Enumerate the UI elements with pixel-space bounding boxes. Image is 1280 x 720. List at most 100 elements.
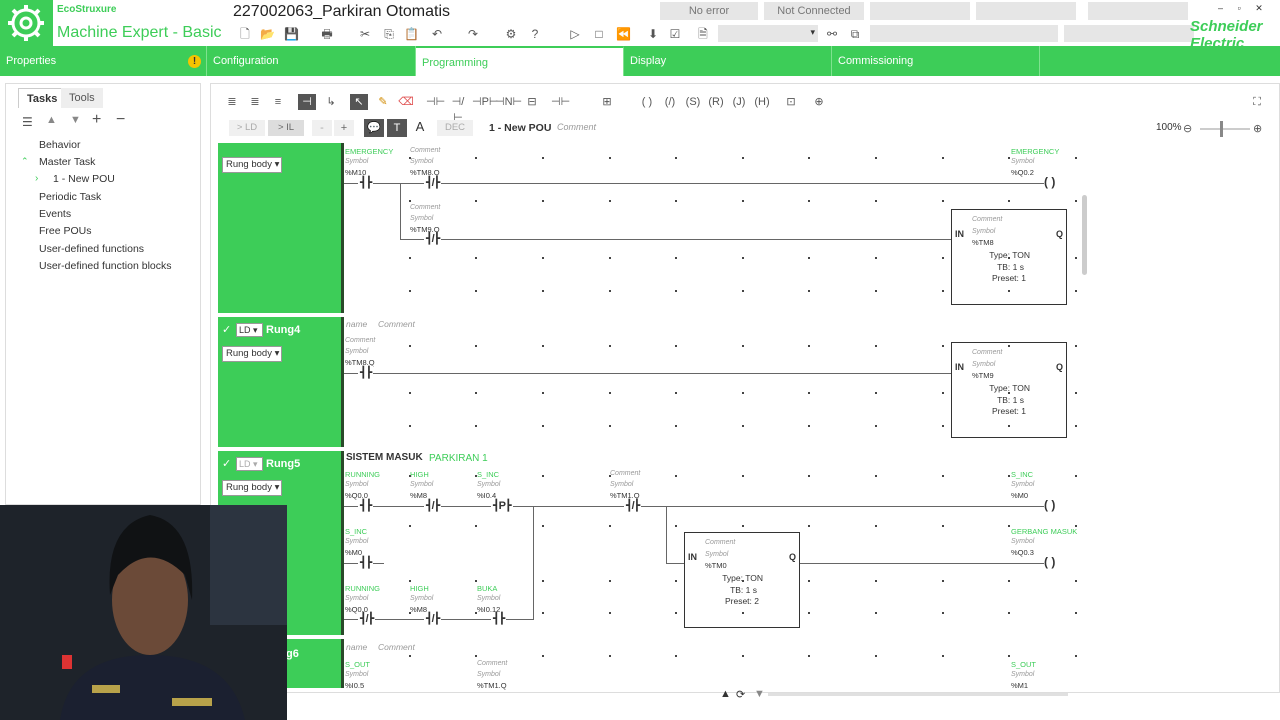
branch-tool-icon[interactable]: ↳ xyxy=(322,94,340,110)
rung5-mode-select[interactable]: LD ▾ xyxy=(236,457,263,471)
rung-list-icon[interactable]: ≡ xyxy=(269,94,287,110)
wire-tool-icon[interactable]: ⊣ xyxy=(298,94,316,110)
dec-button[interactable]: DEC xyxy=(437,120,473,136)
settings-icon[interactable]: ⚙ xyxy=(504,27,518,41)
falling-edge-icon[interactable]: ⊣N⊢ xyxy=(495,94,522,110)
rung5-coil-q03[interactable]: ( ) xyxy=(1044,555,1056,569)
scroll-up-icon[interactable]: ▲ xyxy=(720,688,731,700)
sync-icon[interactable]: ⟳ xyxy=(736,688,745,701)
rung4-check-icon[interactable]: ✓ xyxy=(222,323,232,336)
operate-block-icon[interactable]: ⊣⊢ xyxy=(551,94,570,110)
function-block-icon[interactable]: ⊞ xyxy=(598,94,616,110)
rung5-contact-m8-nc[interactable]: ┫/┣ xyxy=(424,612,442,625)
vertical-scrollbar[interactable] xyxy=(1082,195,1087,275)
operation-icon[interactable]: ⊡ xyxy=(782,94,800,110)
rung4-timer-tm9[interactable]: Comment Symbol %TM9 IN Q Type: TON TB: 1… xyxy=(951,342,1067,438)
rung5-body-select[interactable]: Rung body ▾ xyxy=(222,480,282,496)
rung6-name-placeholder[interactable]: name xyxy=(346,642,367,652)
tab-tasks[interactable]: Tasks xyxy=(18,88,67,108)
controller-combo[interactable]: ▾ xyxy=(718,25,818,42)
rung4-comment-placeholder[interactable]: Comment xyxy=(378,319,415,329)
insert-rung-icon[interactable]: ≣ xyxy=(223,94,241,110)
rung5-contact-m0[interactable]: ┫┣ xyxy=(358,556,374,569)
no-contact-icon[interactable]: ⊣⊢ xyxy=(426,94,445,110)
tab-configuration[interactable]: Configuration xyxy=(207,46,416,76)
negated-coil-icon[interactable]: (/) xyxy=(661,94,679,110)
remove-icon[interactable]: − xyxy=(116,111,125,129)
tab-tools[interactable]: Tools xyxy=(61,88,103,108)
rung5-contact-i04[interactable]: ┫P┣ xyxy=(491,499,513,512)
rung5-contact-q00[interactable]: ┫┣ xyxy=(358,499,374,512)
tab-commissioning[interactable]: Commissioning xyxy=(832,46,1040,76)
tree-item-user-functions[interactable]: User-defined functions xyxy=(39,243,144,255)
add-icon[interactable]: + xyxy=(92,111,101,129)
rewind-icon[interactable]: ⏪ xyxy=(616,27,631,41)
tree-item-behavior[interactable]: Behavior xyxy=(39,139,80,151)
rising-edge-icon[interactable]: ⊣P⊢ xyxy=(472,94,499,110)
comment-icon[interactable]: 💬 xyxy=(364,119,384,137)
reset-coil-icon[interactable]: (R) xyxy=(707,94,725,110)
copy-icon[interactable]: ⎘ xyxy=(382,27,396,41)
rung3-contact-tm9q[interactable]: ┫/┣ xyxy=(424,232,442,245)
halt-coil-icon[interactable]: (H) xyxy=(753,94,771,110)
insert-rung-after-icon[interactable]: ≣ xyxy=(246,94,264,110)
run-icon[interactable]: ▷ xyxy=(568,27,582,41)
select-tool-icon[interactable]: ↖ xyxy=(350,94,368,110)
set-coil-icon[interactable]: (S) xyxy=(684,94,702,110)
rung5-coil-m0[interactable]: ( ) xyxy=(1044,498,1056,512)
text-format-icon[interactable]: A xyxy=(410,119,430,137)
download-icon[interactable]: ⬇ xyxy=(646,27,660,41)
collapse-icon[interactable]: ⌃ xyxy=(21,156,29,167)
connect-icon[interactable]: ⚯ xyxy=(825,27,839,41)
rung4-contact-tm8q[interactable]: ┫┣ xyxy=(358,366,374,379)
coil-icon[interactable]: ( ) xyxy=(638,94,656,110)
tab-display[interactable]: Display xyxy=(624,46,832,76)
stop-icon[interactable]: □ xyxy=(592,27,606,41)
zoom-slider-handle[interactable] xyxy=(1220,121,1223,137)
rung5-contact-tm1q[interactable]: ┫/┣ xyxy=(624,499,642,512)
zoom-in-icon[interactable]: ⊕ xyxy=(1253,122,1262,135)
jump-coil-icon[interactable]: (J) xyxy=(730,94,748,110)
zoom-out-icon[interactable]: ⊖ xyxy=(1183,122,1192,135)
tree-item-new-pou[interactable]: 1 - New POU xyxy=(53,173,115,185)
save-icon[interactable]: 💾 xyxy=(284,27,299,41)
rung3-contact-m10[interactable]: ┫┣ xyxy=(358,176,374,189)
tree-item-free-pous[interactable]: Free POUs xyxy=(39,225,92,237)
rung4-mode-select[interactable]: LD ▾ xyxy=(236,323,263,337)
cut-icon[interactable]: ✂ xyxy=(358,27,372,41)
tree-item-master-task[interactable]: Master Task xyxy=(39,156,95,168)
tab-properties[interactable]: Properties xyxy=(0,46,207,76)
window-controls[interactable]: – ▫ ✕ xyxy=(1218,3,1269,14)
undo-icon[interactable]: ↶ xyxy=(430,27,444,41)
open-folder-icon[interactable]: 📂 xyxy=(260,27,275,41)
print-icon[interactable]: 🖶 xyxy=(320,27,334,41)
tree-item-periodic-task[interactable]: Periodic Task xyxy=(39,191,101,203)
horizontal-scrollbar[interactable] xyxy=(768,693,1068,696)
rung3-body-select[interactable]: Rung body ▾ xyxy=(222,157,282,173)
minus-button[interactable]: - xyxy=(312,120,332,136)
chevron-right-icon[interactable]: › xyxy=(35,173,38,184)
tree-item-events[interactable]: Events xyxy=(39,208,71,220)
rung5-check-icon[interactable]: ✓ xyxy=(222,457,232,470)
convert-ld-button[interactable]: > LD xyxy=(229,120,265,136)
help-icon[interactable]: ? xyxy=(528,27,542,41)
scroll-down-icon[interactable]: ▼ xyxy=(754,688,765,700)
rung4-name-placeholder[interactable]: name xyxy=(346,319,367,329)
scan-icon[interactable]: ⧉ xyxy=(848,27,862,41)
document-icon[interactable]: 🗎 xyxy=(696,27,710,41)
move-up-icon[interactable]: ▲ xyxy=(46,114,57,126)
rung3-coil-q02[interactable]: ( ) xyxy=(1044,175,1056,189)
redo-icon[interactable]: ↷ xyxy=(466,27,480,41)
tree-item-user-function-blocks[interactable]: User-defined function blocks xyxy=(39,260,172,272)
eraser-icon[interactable]: ⌫ xyxy=(397,94,415,110)
rung5-contact-q00-nc[interactable]: ┫/┣ xyxy=(358,612,376,625)
rung4-body-select[interactable]: Rung body ▾ xyxy=(222,346,282,362)
nc-contact-icon[interactable]: ⊣/⊢ xyxy=(449,94,467,124)
rung6-comment-placeholder[interactable]: Comment xyxy=(378,642,415,652)
new-file-icon[interactable]: 🗋 xyxy=(238,27,252,41)
check-icon[interactable]: ☑ xyxy=(668,27,682,41)
rung5-contact-i012[interactable]: ┫┣ xyxy=(491,612,507,625)
pou-comment[interactable]: Comment xyxy=(557,122,596,132)
list-view-icon[interactable]: ☰ xyxy=(22,115,33,129)
rung3-contact-tm8q[interactable]: ┫/┣ xyxy=(424,176,442,189)
